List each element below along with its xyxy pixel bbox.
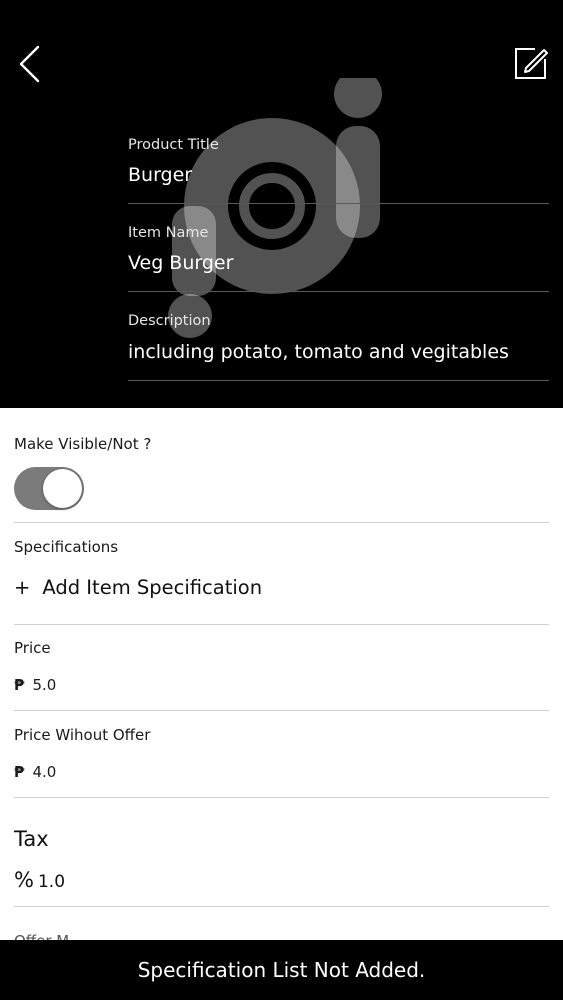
add-item-specification-button[interactable]: + Add Item Specification (14, 576, 262, 599)
product-title-value: Burger (128, 164, 193, 186)
visibility-label: Make Visible/Not ? (14, 435, 152, 453)
toast-text: Specification List Not Added. (137, 958, 426, 982)
price-label: Price (14, 639, 51, 657)
specifications-label: Specifications (14, 538, 119, 556)
currency-icon: ₱ (14, 763, 25, 781)
edit-button[interactable] (513, 45, 549, 81)
toggle-knob (43, 469, 82, 508)
price-value: 5.0 (32, 676, 57, 694)
edit-pencil-icon (515, 48, 548, 79)
price-field[interactable]: Price ₱ 5.0 (14, 639, 549, 709)
price-without-offer-field[interactable]: Price Wihout Offer ₱ 4.0 (14, 726, 549, 796)
divider (14, 624, 549, 625)
divider (14, 710, 549, 711)
product-header: Product Title Burger Item Name Veg Burge… (0, 0, 563, 408)
description-label: Description (128, 313, 211, 329)
description-value: including potato, tomato and vegitables (128, 341, 509, 363)
item-name-label: Item Name (128, 225, 209, 241)
brand-logo-icon (168, 78, 382, 338)
chevron-left-icon (19, 45, 40, 83)
tax-value: 1.0 (37, 872, 66, 892)
tax-field[interactable]: % 1.0 (14, 868, 65, 892)
divider (14, 522, 549, 523)
divider (14, 797, 549, 798)
currency-icon: ₱ (14, 676, 25, 694)
price-without-offer-value: 4.0 (32, 763, 57, 781)
visibility-toggle[interactable] (14, 467, 84, 510)
toast-message: Specification List Not Added. (0, 940, 563, 1000)
item-name-value: Veg Burger (128, 252, 234, 274)
price-without-offer-label: Price Wihout Offer (14, 726, 151, 744)
product-title-field[interactable]: Product Title Burger (128, 137, 549, 204)
percent-icon: % (14, 868, 34, 892)
plus-icon: + (14, 576, 31, 599)
back-button[interactable] (14, 44, 48, 84)
add-item-specification-label: Add Item Specification (42, 576, 263, 599)
product-title-label: Product Title (128, 137, 219, 153)
price-value-wrap: ₱ 5.0 (14, 676, 56, 694)
divider (14, 906, 549, 907)
description-field[interactable]: Description including potato, tomato and… (128, 313, 549, 381)
tax-label: Tax (14, 827, 49, 851)
price-without-offer-value-wrap: ₱ 4.0 (14, 763, 56, 781)
item-name-field[interactable]: Item Name Veg Burger (128, 225, 549, 292)
